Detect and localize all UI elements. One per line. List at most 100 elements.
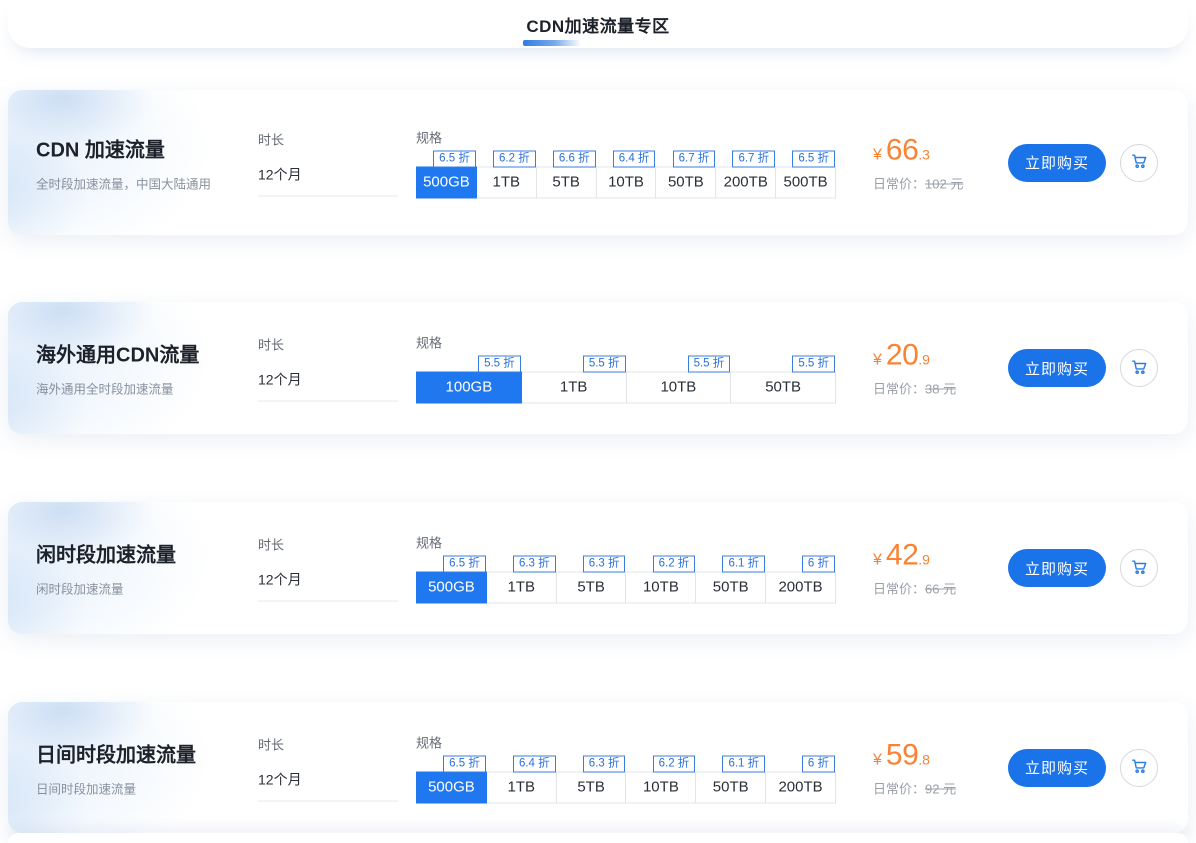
duration-label: 时长 bbox=[258, 535, 398, 554]
spec-option-1tb[interactable]: 6.3 折1TB bbox=[486, 572, 557, 604]
discount-badge: 5.5 折 bbox=[792, 356, 835, 373]
discount-badge: 6.5 折 bbox=[443, 556, 486, 573]
spec-option-10tb[interactable]: 6.4 折10TB bbox=[596, 166, 657, 198]
duration-option-12-months[interactable]: 12个月 bbox=[258, 769, 398, 801]
spec-size-label: 5TB bbox=[577, 579, 605, 596]
duration-option-12-months[interactable]: 12个月 bbox=[258, 164, 398, 196]
spec-options: 6.5 折500GB6.3 折1TB6.3 折5TB6.2 折10TB6.1 折… bbox=[416, 572, 836, 604]
spec-option-100gb[interactable]: 5.5 折100GB bbox=[416, 372, 522, 404]
daily-price: 日常价：102 元 bbox=[873, 173, 963, 192]
discount-badge: 6.5 折 bbox=[433, 150, 476, 167]
add-to-cart-button[interactable] bbox=[1120, 549, 1158, 587]
next-section-edge bbox=[8, 833, 1188, 843]
duration-label: 时长 bbox=[258, 734, 398, 753]
spec-size-label: 500GB bbox=[423, 173, 470, 190]
spec-option-200tb[interactable]: 6 折200TB bbox=[765, 771, 836, 803]
spec-label: 规格 bbox=[416, 533, 836, 552]
current-price: ¥42.9 bbox=[873, 539, 956, 573]
cart-icon bbox=[1129, 756, 1149, 779]
duration-option-12-months[interactable]: 12个月 bbox=[258, 370, 398, 402]
spec-options: 6.5 折500GB6.4 折1TB6.3 折5TB6.2 折10TB6.1 折… bbox=[416, 771, 836, 803]
spec-size-label: 100GB bbox=[446, 379, 493, 396]
spec-option-5tb[interactable]: 6.3 折5TB bbox=[556, 572, 627, 604]
section-header: CDN加速流量专区 bbox=[8, 0, 1188, 48]
duration-option-12-months[interactable]: 12个月 bbox=[258, 570, 398, 602]
page-title: CDN加速流量专区 bbox=[526, 12, 669, 37]
spec-option-1tb[interactable]: 6.2 折1TB bbox=[476, 166, 537, 198]
spec-size-label: 500TB bbox=[783, 173, 827, 190]
spec-size-label: 10TB bbox=[643, 778, 679, 795]
spec-size-label: 200TB bbox=[778, 579, 822, 596]
currency-symbol: ¥ bbox=[873, 751, 882, 768]
spec-option-1tb[interactable]: 6.4 折1TB bbox=[486, 771, 557, 803]
buy-now-button[interactable]: 立即购买 bbox=[1008, 349, 1106, 387]
spec-size-label: 500GB bbox=[428, 579, 475, 596]
buy-now-button[interactable]: 立即购买 bbox=[1008, 549, 1106, 587]
spec-option-50tb[interactable]: 6.1 折50TB bbox=[695, 771, 766, 803]
cart-icon bbox=[1129, 357, 1149, 380]
spec-option-10tb[interactable]: 6.2 折10TB bbox=[625, 572, 696, 604]
current-price: ¥20.9 bbox=[873, 339, 956, 373]
title-underline-decor bbox=[523, 40, 581, 46]
discount-badge: 6.3 折 bbox=[513, 556, 556, 573]
spec-size-label: 1TB bbox=[507, 579, 535, 596]
spec-size-label: 10TB bbox=[643, 579, 679, 596]
spec-size-label: 200TB bbox=[778, 778, 822, 795]
spec-option-10tb[interactable]: 5.5 折10TB bbox=[626, 372, 732, 404]
spec-size-label: 1TB bbox=[493, 173, 521, 190]
discount-badge: 5.5 折 bbox=[583, 356, 626, 373]
spec-option-10tb[interactable]: 6.2 折10TB bbox=[625, 771, 696, 803]
duration-label: 时长 bbox=[258, 335, 398, 354]
add-to-cart-button[interactable] bbox=[1120, 349, 1158, 387]
spec-size-label: 50TB bbox=[668, 173, 704, 190]
spec-size-label: 10TB bbox=[608, 173, 644, 190]
spec-option-500gb[interactable]: 6.5 折500GB bbox=[416, 572, 487, 604]
original-price: 38 元 bbox=[925, 382, 956, 397]
spec-option-500gb[interactable]: 6.5 折500GB bbox=[416, 771, 487, 803]
discount-badge: 6.4 折 bbox=[613, 150, 656, 167]
currency-symbol: ¥ bbox=[873, 352, 882, 369]
spec-size-label: 5TB bbox=[552, 173, 580, 190]
discount-badge: 5.5 折 bbox=[478, 356, 521, 373]
product-card-daytime: 日间时段加速流量 日间时段加速流量 时长 12个月 规格 6.5 折500GB6… bbox=[8, 702, 1188, 833]
spec-option-500tb[interactable]: 6.5 折500TB bbox=[775, 166, 836, 198]
daily-price: 日常价：66 元 bbox=[873, 579, 956, 598]
add-to-cart-button[interactable] bbox=[1120, 144, 1158, 182]
spec-option-200tb[interactable]: 6 折200TB bbox=[765, 572, 836, 604]
spec-option-500gb[interactable]: 6.5 折500GB bbox=[416, 166, 477, 198]
product-subtitle: 海外通用全时段加速流量 bbox=[36, 379, 246, 398]
spec-option-50tb[interactable]: 5.5 折50TB bbox=[730, 372, 836, 404]
spec-option-50tb[interactable]: 6.1 折50TB bbox=[695, 572, 766, 604]
daily-price: 日常价：38 元 bbox=[873, 379, 956, 398]
spec-size-label: 50TB bbox=[765, 379, 801, 396]
spec-option-5tb[interactable]: 6.3 折5TB bbox=[556, 771, 627, 803]
product-subtitle: 全时段加速流量，中国大陆通用 bbox=[36, 173, 246, 192]
cart-icon bbox=[1129, 557, 1149, 580]
discount-badge: 6.3 折 bbox=[583, 755, 626, 772]
original-price: 66 元 bbox=[925, 582, 956, 597]
spec-size-label: 1TB bbox=[560, 379, 588, 396]
original-price: 92 元 bbox=[925, 781, 956, 796]
spec-option-1tb[interactable]: 5.5 折1TB bbox=[521, 372, 627, 404]
currency-symbol: ¥ bbox=[873, 552, 882, 569]
discount-badge: 6.5 折 bbox=[792, 150, 835, 167]
spec-option-200tb[interactable]: 6.7 折200TB bbox=[715, 166, 776, 198]
spec-size-label: 200TB bbox=[724, 173, 768, 190]
discount-badge: 6.3 折 bbox=[583, 556, 626, 573]
discount-badge: 6.2 折 bbox=[653, 556, 696, 573]
discount-badge: 6.6 折 bbox=[553, 150, 596, 167]
product-title: 海外通用CDN流量 bbox=[36, 339, 246, 368]
discount-badge: 6.1 折 bbox=[722, 556, 765, 573]
discount-badge: 6.4 折 bbox=[513, 755, 556, 772]
buy-now-button[interactable]: 立即购买 bbox=[1008, 749, 1106, 787]
buy-now-button[interactable]: 立即购买 bbox=[1008, 144, 1106, 182]
spec-size-label: 5TB bbox=[577, 778, 605, 795]
spec-option-50tb[interactable]: 6.7 折50TB bbox=[655, 166, 716, 198]
product-subtitle: 日间时段加速流量 bbox=[36, 778, 246, 797]
daily-price: 日常价：92 元 bbox=[873, 778, 956, 797]
spec-label: 规格 bbox=[416, 127, 836, 146]
spec-option-5tb[interactable]: 6.6 折5TB bbox=[536, 166, 597, 198]
product-subtitle: 闲时段加速流量 bbox=[36, 579, 246, 598]
original-price: 102 元 bbox=[925, 176, 963, 191]
add-to-cart-button[interactable] bbox=[1120, 749, 1158, 787]
